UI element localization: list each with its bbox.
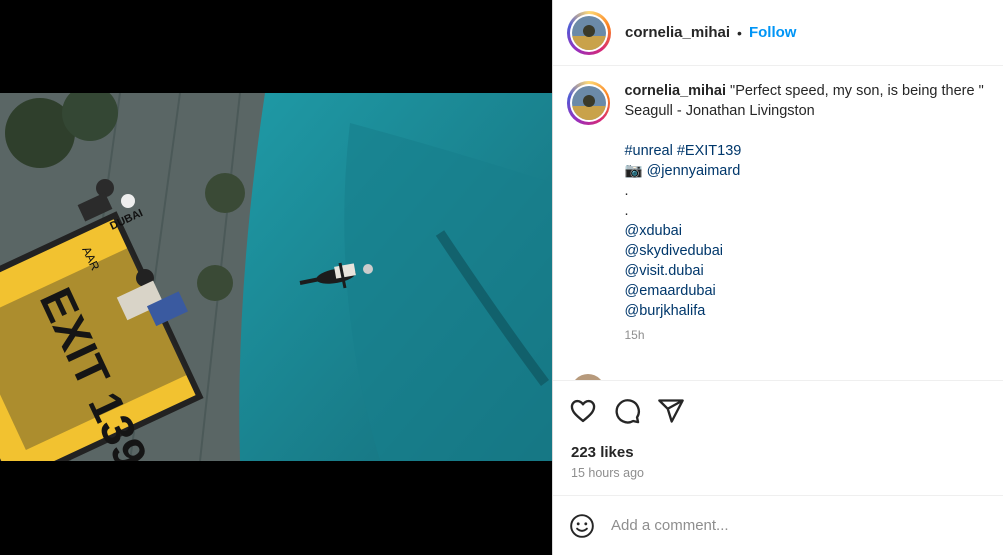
likes-count[interactable]: 223 likes [571, 444, 634, 461]
actions-bar: 223 likes 15 hours ago [553, 380, 1003, 495]
post-time[interactable]: 15 hours ago [571, 466, 644, 480]
mention-link[interactable]: @skydivedubai [624, 241, 990, 261]
emoji-icon[interactable] [569, 513, 595, 539]
share-icon[interactable] [657, 397, 685, 425]
avatar[interactable] [567, 10, 611, 55]
caption-text: cornelia_mihai "Perfect speed, my son, i… [624, 81, 990, 345]
caption-author[interactable]: cornelia_mihai [624, 83, 726, 99]
header-username[interactable]: cornelia_mihai [625, 24, 730, 41]
caption-dot-2: . [624, 203, 629, 219]
caption-avatar[interactable] [567, 81, 611, 125]
comments-section: cornelia_mihai "Perfect speed, my son, i… [553, 67, 1003, 380]
mention-link[interactable]: @xdubai [624, 221, 990, 241]
mention-link[interactable]: @burjkhalifa [624, 301, 990, 321]
caption-time[interactable]: 15h [624, 325, 990, 345]
mention-link[interactable]: @visit.dubai [624, 261, 990, 281]
comment-input[interactable] [611, 517, 971, 534]
add-comment-bar [553, 495, 1003, 555]
avatar-image [572, 15, 606, 50]
heart-icon[interactable] [569, 397, 597, 425]
camera-emoji-icon: 📷 [624, 163, 643, 179]
post-photo[interactable]: EXIT 139 DUBAI AAR [0, 93, 552, 461]
photo-credit-link[interactable]: @jennyaimard [647, 163, 741, 179]
post-header: cornelia_mihai • Follow [553, 0, 1003, 66]
caption-hashtags[interactable]: #unreal #EXIT139 [624, 141, 990, 161]
mention-link[interactable]: @emaardubai [624, 281, 990, 301]
separator-dot: • [737, 24, 742, 41]
follow-button[interactable]: Follow [749, 24, 797, 41]
comment-icon[interactable] [613, 397, 641, 425]
caption-avatar-image [571, 86, 606, 120]
media-area: EXIT 139 DUBAI AAR [0, 0, 552, 555]
caption: cornelia_mihai "Perfect speed, my son, i… [553, 67, 1003, 345]
post-side-panel: cornelia_mihai • Follow cornelia_mihai "… [552, 0, 1003, 555]
caption-dot-1: . [624, 183, 629, 199]
post-viewer: EXIT 139 DUBAI AAR cornelia_mihai • Foll… [0, 0, 1003, 555]
